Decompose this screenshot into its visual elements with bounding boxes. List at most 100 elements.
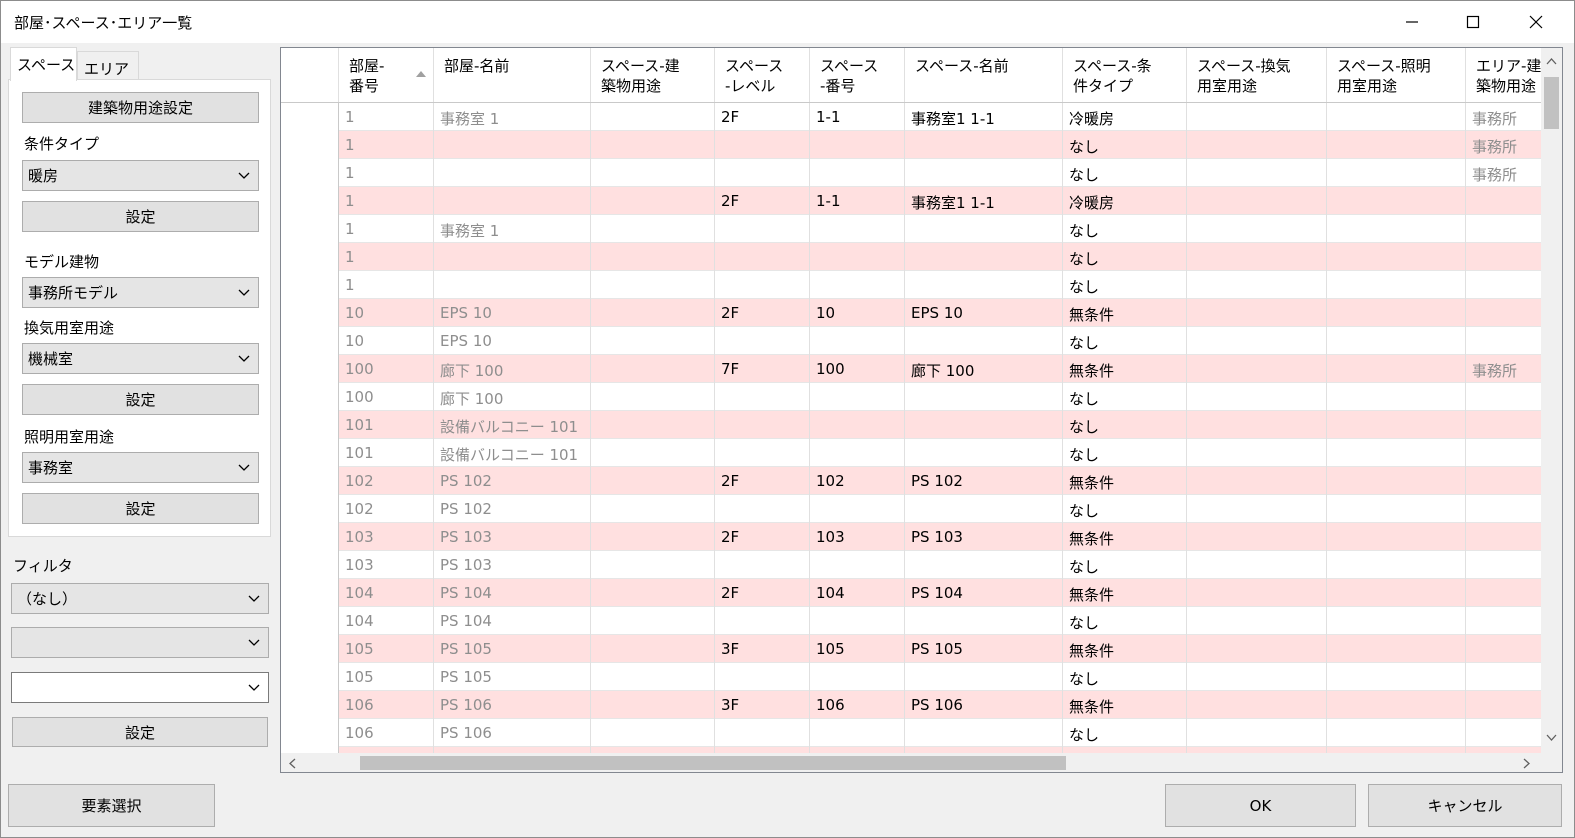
table-cell[interactable]	[715, 327, 810, 355]
table-cell[interactable]	[591, 299, 715, 327]
table-cell[interactable]	[1327, 411, 1466, 439]
table-cell[interactable]	[1327, 579, 1466, 607]
table-row[interactable]: 10 EPS 10 なし	[281, 327, 1556, 355]
table-cell[interactable]	[905, 607, 1063, 635]
table-cell[interactable]	[591, 159, 715, 187]
table-cell[interactable]	[1327, 383, 1466, 411]
table-row[interactable]: 106 PS 106 なし	[281, 719, 1556, 747]
table-cell[interactable]	[1327, 355, 1466, 383]
table-cell[interactable]	[591, 243, 715, 271]
table-cell[interactable]: 2F	[715, 299, 810, 327]
table-cell[interactable]: 10	[810, 299, 905, 327]
ventilation-usage-select[interactable]: 機械室	[22, 343, 259, 374]
table-cell[interactable]: 無条件	[1063, 523, 1187, 551]
table-cell[interactable]	[715, 383, 810, 411]
horizontal-scrollbar[interactable]	[281, 753, 1541, 772]
table-cell[interactable]	[591, 495, 715, 523]
table-cell[interactable]: 103	[339, 551, 434, 579]
filter-select-1[interactable]: （なし）	[11, 583, 269, 614]
table-cell[interactable]: 冷暖房	[1063, 187, 1187, 215]
table-cell[interactable]: 事務室1 1-1	[905, 103, 1063, 131]
table-cell[interactable]	[591, 523, 715, 551]
table-cell[interactable]	[591, 215, 715, 243]
table-cell[interactable]	[715, 271, 810, 299]
table-cell[interactable]: 106	[810, 691, 905, 719]
table-cell[interactable]: なし	[1063, 215, 1187, 243]
table-cell[interactable]: 事務室 1	[434, 215, 591, 243]
table-cell[interactable]	[591, 579, 715, 607]
table-cell[interactable]: PS 106	[434, 719, 591, 747]
scroll-down-icon[interactable]	[1546, 734, 1557, 741]
table-cell[interactable]: 2F	[715, 103, 810, 131]
table-cell[interactable]: なし	[1063, 607, 1187, 635]
table-cell[interactable]	[1327, 663, 1466, 691]
table-cell[interactable]: 2F	[715, 187, 810, 215]
table-cell[interactable]	[1187, 355, 1327, 383]
table-cell[interactable]: 1	[339, 131, 434, 159]
table-cell[interactable]	[1327, 467, 1466, 495]
table-cell[interactable]: PS 105	[434, 663, 591, 691]
table-row[interactable]: 1 事務室 1 2F 1-1 事務室1 1-1 冷暖房 事務所	[281, 103, 1556, 131]
filter-select-2[interactable]	[11, 627, 269, 658]
table-row[interactable]: 10 EPS 10 2F 10 EPS 10 無条件	[281, 299, 1556, 327]
table-cell[interactable]: なし	[1063, 551, 1187, 579]
table-cell[interactable]	[591, 327, 715, 355]
table-cell[interactable]	[810, 719, 905, 747]
table-cell[interactable]: 102	[339, 467, 434, 495]
table-cell[interactable]: 廊下 100	[905, 355, 1063, 383]
select-element-button[interactable]: 要素選択	[8, 784, 215, 827]
table-cell[interactable]: 2F	[715, 467, 810, 495]
table-cell[interactable]: 10	[339, 299, 434, 327]
table-cell[interactable]	[1327, 299, 1466, 327]
table-cell[interactable]: なし	[1063, 243, 1187, 271]
table-cell[interactable]	[591, 131, 715, 159]
table-cell[interactable]	[1187, 411, 1327, 439]
table-cell[interactable]	[591, 467, 715, 495]
table-cell[interactable]: なし	[1063, 411, 1187, 439]
table-row[interactable]: 102 PS 102 なし	[281, 495, 1556, 523]
table-row[interactable]: 104 PS 104 2F 104 PS 104 無条件	[281, 579, 1556, 607]
column-header-6[interactable]: スペース-条 件タイプ	[1063, 48, 1187, 102]
table-row[interactable]: 101 設備バルコニー 101 なし	[281, 411, 1556, 439]
table-row[interactable]: 105 PS 105 3F 105 PS 105 無条件	[281, 635, 1556, 663]
table-cell[interactable]: PS 103	[434, 551, 591, 579]
lighting-usage-select[interactable]: 事務室	[22, 452, 259, 483]
table-cell[interactable]	[1327, 607, 1466, 635]
table-cell[interactable]	[905, 215, 1063, 243]
table-row[interactable]: 103 PS 103 2F 103 PS 103 無条件	[281, 523, 1556, 551]
table-cell[interactable]	[1187, 299, 1327, 327]
table-cell[interactable]	[905, 383, 1063, 411]
table-cell[interactable]	[905, 719, 1063, 747]
table-row[interactable]: 1 なし	[281, 271, 1556, 299]
table-cell[interactable]: 無条件	[1063, 355, 1187, 383]
table-cell[interactable]: 105	[810, 635, 905, 663]
table-cell[interactable]	[1187, 663, 1327, 691]
table-cell[interactable]: 103	[339, 523, 434, 551]
table-cell[interactable]	[1187, 187, 1327, 215]
table-cell[interactable]	[810, 383, 905, 411]
filter-combo-3[interactable]	[11, 672, 269, 703]
table-cell[interactable]	[715, 439, 810, 467]
table-cell[interactable]	[1187, 131, 1327, 159]
table-cell[interactable]: 無条件	[1063, 299, 1187, 327]
ok-button[interactable]: OK	[1165, 784, 1356, 827]
table-cell[interactable]: 106	[339, 691, 434, 719]
table-cell[interactable]: 104	[339, 607, 434, 635]
table-cell[interactable]: 103	[810, 523, 905, 551]
table-cell[interactable]: 1	[339, 271, 434, 299]
table-cell[interactable]	[715, 243, 810, 271]
table-cell[interactable]	[1327, 103, 1466, 131]
table-cell[interactable]: 100	[810, 355, 905, 383]
table-cell[interactable]	[715, 551, 810, 579]
vertical-scrollbar[interactable]	[1541, 48, 1562, 753]
table-cell[interactable]: PS 103	[905, 523, 1063, 551]
table-cell[interactable]: 101	[339, 411, 434, 439]
table-cell[interactable]	[434, 271, 591, 299]
table-cell[interactable]	[810, 495, 905, 523]
table-cell[interactable]: 事務室1 1-1	[905, 187, 1063, 215]
table-cell[interactable]	[1187, 271, 1327, 299]
table-cell[interactable]	[810, 551, 905, 579]
table-cell[interactable]	[810, 327, 905, 355]
building-usage-button[interactable]: 建築物用途設定	[22, 92, 259, 123]
table-cell[interactable]	[715, 663, 810, 691]
